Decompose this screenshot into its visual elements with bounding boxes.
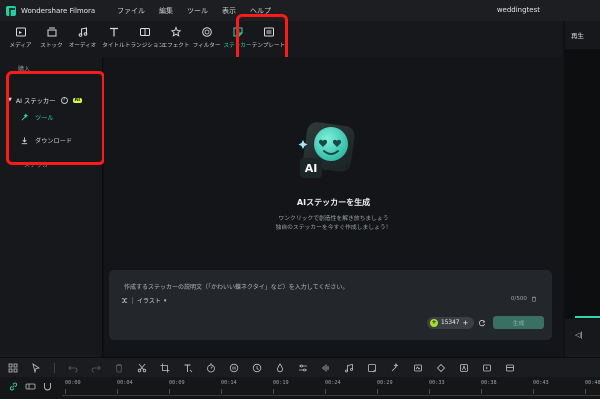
timer-icon[interactable] bbox=[252, 363, 262, 373]
ai-sticker-main: AI AIステッカーを生成 ワンクリックで創造性を解き放ちましょう 独自のステッ… bbox=[104, 57, 563, 357]
ruler-tick-label: 00:48 bbox=[585, 380, 600, 386]
redo-icon[interactable] bbox=[91, 363, 101, 373]
prompt-input[interactable]: 作成するステッカーの説明文（「かわいい蝶ネクタイ」など）を入力してください。 bbox=[124, 282, 348, 291]
tab-filter[interactable]: フィルター bbox=[191, 21, 222, 55]
link-icon[interactable] bbox=[8, 381, 19, 392]
style-selector[interactable]: イラスト ▾ bbox=[121, 296, 166, 305]
ruler-tick-label: 00:00 bbox=[65, 380, 81, 386]
ruler-tick-line bbox=[169, 389, 170, 394]
tab-audio[interactable]: オーディオ bbox=[67, 21, 98, 55]
style-label: イラスト bbox=[137, 298, 161, 305]
refresh-icon[interactable] bbox=[478, 319, 486, 327]
text-icon[interactable] bbox=[183, 363, 193, 373]
player-title: 再生 bbox=[571, 32, 584, 40]
generate-subtitle-2: 独自のステッカーを今すぐ作成しましょう！ bbox=[275, 225, 392, 231]
tab-title[interactable]: タイトル bbox=[98, 21, 129, 55]
select-tool-icon[interactable] bbox=[31, 362, 41, 373]
menu-tools[interactable]: ツール bbox=[187, 6, 208, 16]
plus-icon: + bbox=[462, 319, 469, 327]
shuffle-icon bbox=[121, 298, 128, 303]
ruler-tick-label: 00:09 bbox=[169, 380, 185, 386]
ruler-tick-line bbox=[533, 389, 534, 394]
app-name: Wondershare Filmora bbox=[21, 6, 96, 15]
ai-sticker-highlight bbox=[6, 71, 105, 165]
color-icon[interactable] bbox=[275, 362, 285, 373]
project-name[interactable]: weddingtest bbox=[497, 6, 540, 14]
ruler-tick-line bbox=[221, 389, 222, 394]
previous-frame-icon[interactable]: ◁| bbox=[575, 331, 583, 339]
transition-icon bbox=[139, 28, 150, 36]
ruler-tick-line bbox=[65, 389, 66, 394]
timeline-ruler[interactable]: 00:00 00:04 00:09 00:14 00:19 00:24 00:29 00:33… bbox=[0, 377, 600, 399]
ruler-tick-line bbox=[377, 389, 378, 394]
ruler-tick-label: 00:14 bbox=[221, 380, 237, 386]
tab-stock[interactable]: ストック bbox=[36, 21, 67, 55]
speed-icon[interactable] bbox=[206, 363, 216, 373]
filmora-logo-icon bbox=[6, 5, 16, 16]
menu-edit[interactable]: 編集 bbox=[159, 6, 173, 16]
tab-transition[interactable]: トランジション bbox=[125, 21, 164, 55]
more-tools-icon[interactable] bbox=[482, 363, 492, 373]
ruler-tick-label: 00:43 bbox=[533, 380, 549, 386]
generate-title: AIステッカーを生成 bbox=[296, 198, 371, 207]
keyframe-icon[interactable] bbox=[436, 363, 446, 373]
mask-icon[interactable] bbox=[413, 363, 423, 373]
scissors-icon[interactable] bbox=[137, 363, 147, 373]
timeline-toolbar bbox=[0, 357, 600, 377]
coin-icon: + bbox=[430, 319, 438, 327]
generate-button[interactable]: 生成 bbox=[493, 316, 544, 329]
audio-icon bbox=[78, 27, 87, 37]
generate-subtitle-1: ワンクリックで創造性を解き放ちましょう bbox=[278, 216, 389, 222]
ruler-tick-label: 00:33 bbox=[429, 380, 445, 386]
prompt-box: 作成するステッカーの説明文（「かわいい蝶ネクタイ」など）を入力してください。 イ… bbox=[109, 270, 552, 340]
adjust-icon[interactable] bbox=[298, 363, 308, 373]
credits-count: 15347 bbox=[441, 320, 460, 326]
chevron-down-icon: ▾ bbox=[163, 297, 167, 304]
ruler-tick-label: 00:24 bbox=[325, 380, 341, 386]
ruler-track bbox=[62, 395, 600, 396]
ruler-tick-line bbox=[273, 389, 274, 394]
player-panel: 再生 ◁| bbox=[565, 21, 600, 357]
crop-icon[interactable] bbox=[160, 363, 170, 373]
freeze-icon[interactable] bbox=[229, 363, 239, 373]
delete-icon[interactable] bbox=[114, 363, 124, 373]
ruler-tick-label: 00:38 bbox=[481, 380, 497, 386]
ruler-tick-label: 00:29 bbox=[377, 380, 393, 386]
menu-file[interactable]: ファイル bbox=[117, 6, 145, 16]
audio-wave-icon[interactable] bbox=[321, 363, 331, 373]
player-viewport bbox=[565, 49, 600, 319]
title-icon bbox=[109, 27, 118, 37]
player-progress[interactable] bbox=[575, 316, 600, 318]
stock-icon bbox=[47, 27, 56, 37]
record-icon[interactable] bbox=[367, 363, 377, 373]
ruler-tick-line bbox=[481, 389, 482, 394]
ruler-tick-line bbox=[585, 389, 586, 394]
ai-tool-icon[interactable] bbox=[459, 363, 469, 373]
ai-sticker-illustration-icon: AI bbox=[298, 122, 355, 178]
layout-icon[interactable] bbox=[8, 363, 18, 373]
tab-effect[interactable]: エフェクト bbox=[160, 21, 191, 55]
effect-tool-icon[interactable] bbox=[390, 362, 400, 373]
title-bar: Wondershare Filmora ファイル 編集 ツール 表示 ヘルプ w… bbox=[0, 0, 600, 21]
magnet-icon[interactable] bbox=[42, 381, 53, 392]
media-icon bbox=[15, 27, 26, 37]
track-icon[interactable] bbox=[25, 381, 36, 392]
ruler-tick-label: 00:19 bbox=[273, 380, 289, 386]
ruler-tick-label: 00:04 bbox=[117, 380, 133, 386]
credits-pill[interactable]: + 15347 + bbox=[427, 317, 474, 329]
ruler-tick-line bbox=[429, 389, 430, 394]
ruler-tick-line bbox=[117, 389, 118, 394]
trash-icon[interactable] bbox=[531, 296, 537, 302]
music-icon[interactable] bbox=[344, 363, 354, 373]
ruler-tick-line bbox=[325, 389, 326, 394]
filter-icon bbox=[201, 27, 212, 37]
scene-icon[interactable] bbox=[505, 363, 515, 373]
menu-view[interactable]: 表示 bbox=[222, 6, 236, 16]
undo-icon[interactable] bbox=[68, 363, 78, 373]
svg-text:AI: AI bbox=[305, 162, 318, 175]
effect-icon bbox=[170, 26, 181, 37]
tab-media[interactable]: メディア bbox=[5, 21, 36, 55]
char-counter: 0/500 bbox=[511, 296, 537, 302]
